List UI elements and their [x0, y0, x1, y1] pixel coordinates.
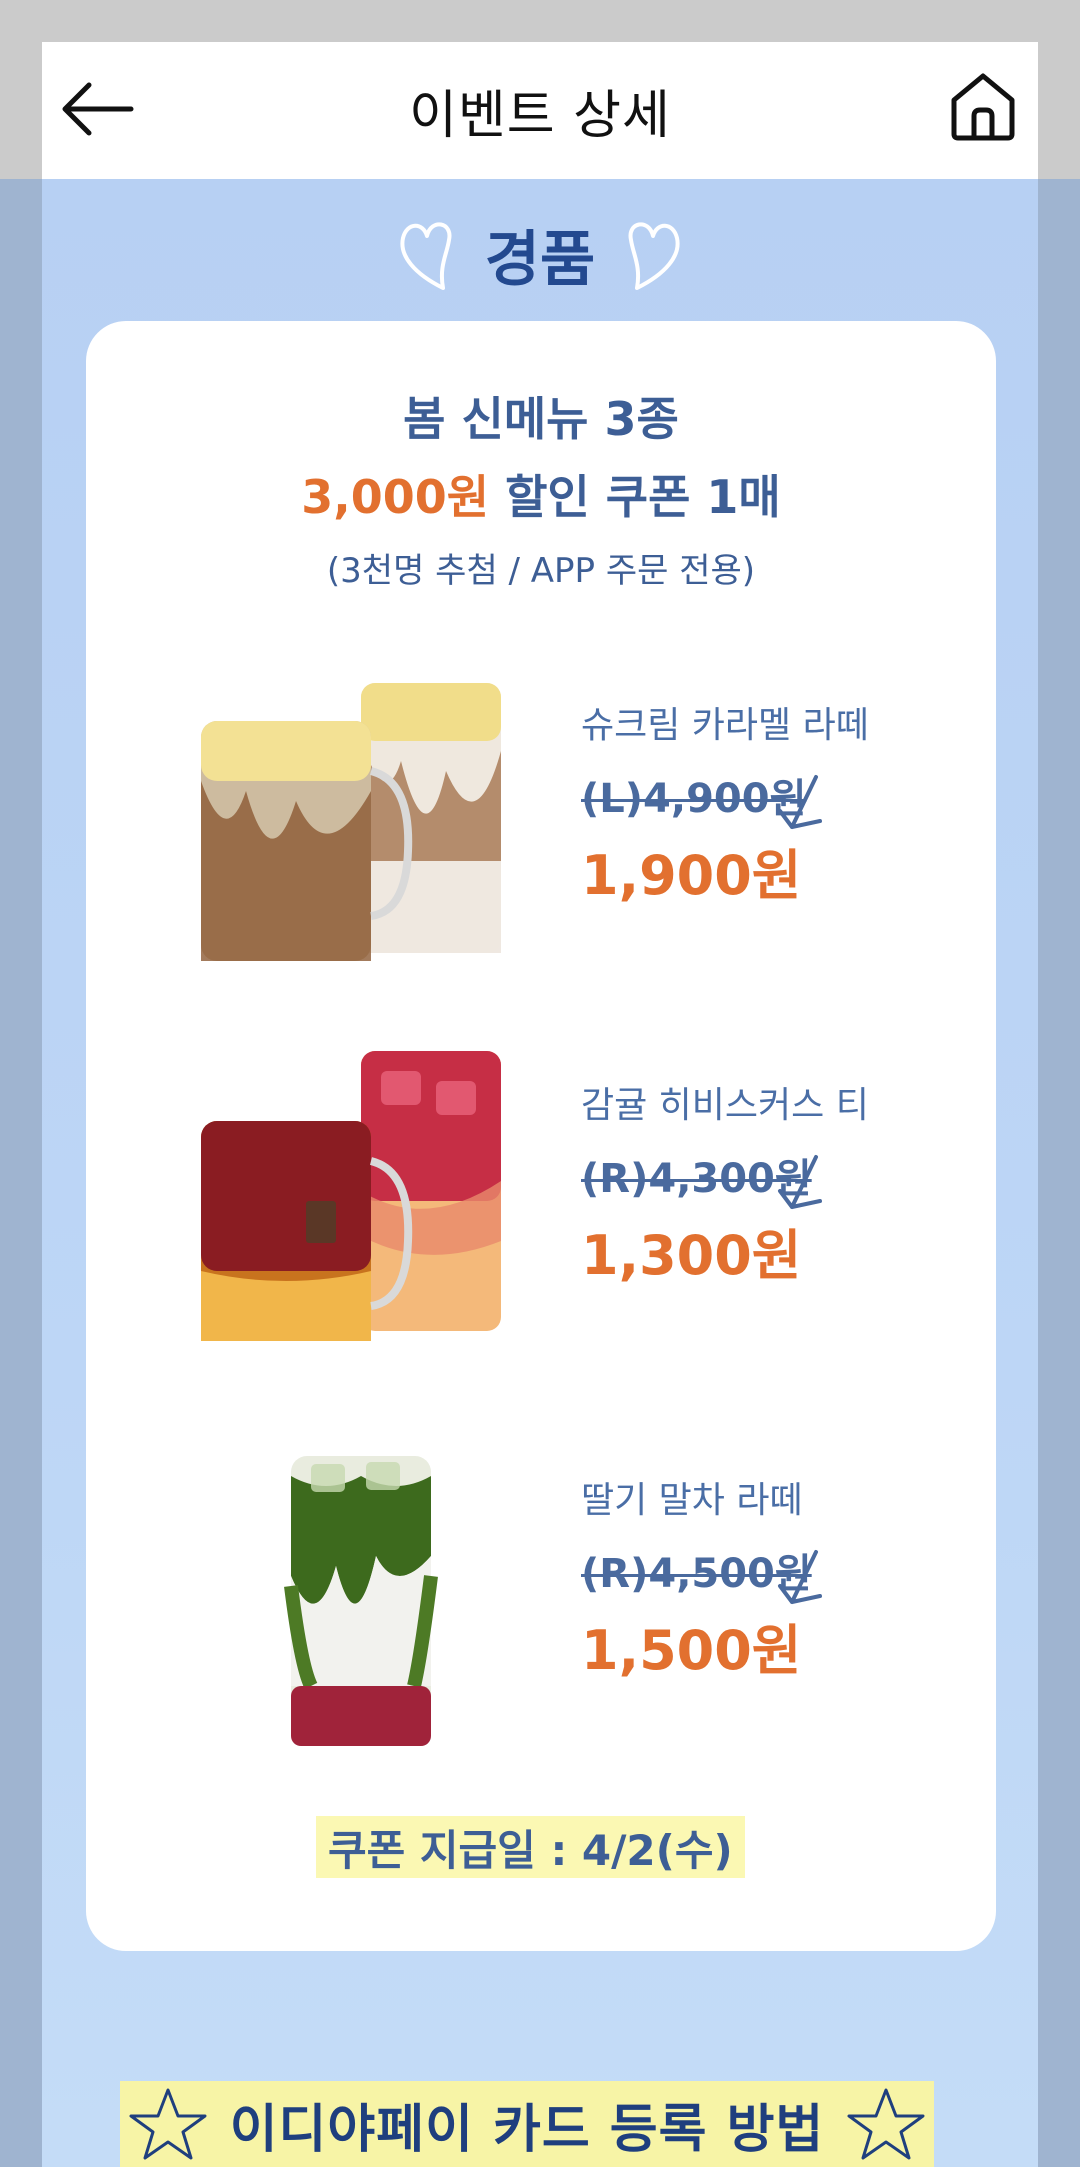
side-margin-right — [1038, 42, 1080, 179]
menu-item: 슈크림 카라멜 라떼 (L)4,900원 1,900원 — [86, 661, 996, 981]
prize-card: 봄 신메뉴 3종 3,000원 할인 쿠폰 1매 (3천명 추첨 / APP 주… — [86, 321, 996, 1951]
strawberry-matcha-latte-image — [284, 1456, 438, 1746]
item-sale-price: 1,500원 — [581, 1619, 802, 1682]
prize-title: 경품 — [484, 224, 596, 295]
home-button[interactable] — [938, 62, 1028, 152]
heart-icon — [628, 222, 680, 290]
item-original-price: (L)4,900원 — [581, 776, 807, 822]
discount-arrow-icon — [778, 1550, 822, 1604]
hibiscus-tea-image — [201, 1051, 501, 1341]
coupon-issue-date: 쿠폰 지급일 : 4/2(수) — [316, 1816, 745, 1878]
star-icon — [129, 2088, 207, 2160]
status-strip — [0, 0, 1080, 42]
item-name: 감귤 히비스커스 티 — [581, 1085, 869, 1126]
menu-item: 감귤 히비스커스 티 (R)4,300원 1,300원 — [86, 1041, 996, 1361]
banner-title: 이디야페이 카드 등록 방법 — [229, 2099, 825, 2160]
menu-item: 딸기 말차 라떼 (R)4,500원 1,500원 — [86, 1436, 996, 1756]
page-title: 이벤트 상세 — [409, 86, 671, 146]
discount-arrow-icon — [778, 775, 822, 829]
event-content: 경품 봄 신메뉴 3종 3,000원 할인 쿠폰 1매 (3천명 추첨 / AP… — [42, 179, 1038, 2167]
star-icon — [847, 2088, 925, 2160]
coupon-desc: 할인 쿠폰 1매 — [489, 470, 781, 524]
item-sale-price: 1,900원 — [581, 844, 802, 907]
coupon-amount: 3,000원 — [301, 470, 490, 524]
item-sale-price: 1,300원 — [581, 1224, 802, 1287]
prize-coupon-line: 3,000원 할인 쿠폰 1매 — [86, 461, 996, 527]
cream-caramel-latte-image — [201, 683, 501, 961]
home-icon — [951, 73, 1015, 141]
app-header: 이벤트 상세 — [42, 42, 1038, 179]
discount-arrow-icon — [778, 1155, 822, 1209]
payment-card-guide-banner[interactable]: 이디야페이 카드 등록 방법 — [120, 2081, 934, 2167]
prize-menu-line: 봄 신메뉴 3종 — [403, 392, 679, 446]
side-margin-left — [0, 42, 42, 179]
item-name: 슈크림 카라멜 라떼 — [581, 705, 869, 746]
prize-condition: (3천명 추첨 / APP 주문 전용) — [326, 551, 756, 591]
item-name: 딸기 말차 라떼 — [581, 1480, 803, 1521]
heart-icon — [400, 222, 452, 290]
prize-heading: 경품 — [42, 199, 1038, 309]
